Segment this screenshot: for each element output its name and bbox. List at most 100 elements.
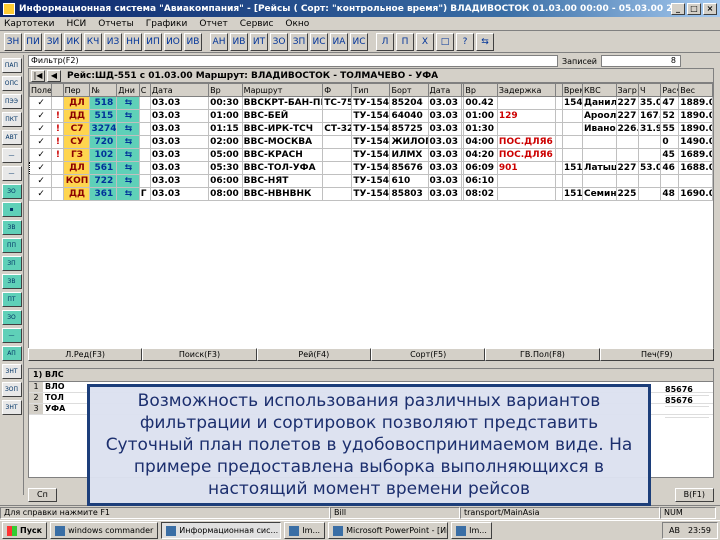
toolbar-button[interactable]: АН <box>210 32 228 51</box>
toolbar-button[interactable]: ⇆ <box>476 32 494 51</box>
table-row[interactable]: ✓ ДЛ 561 ⇆ 03.03 05:30 ВВС-ТОЛ-УФА ТУ-154 85676 0… <box>28 161 713 175</box>
row-checkbox[interactable]: ✓ <box>28 174 53 188</box>
taskbar-task[interactable]: Информационная сис... <box>161 522 282 539</box>
toolbar-button[interactable]: ИС <box>350 32 368 51</box>
table-row[interactable]: ✓ КОП 722 ⇆ 03.03 06:00 ВВС-НЯТ ТУ-154 610 03.03 0… <box>28 174 713 188</box>
toolbar-button[interactable]: ЗИ <box>44 32 62 51</box>
toolbar-button[interactable]: ИТ <box>250 32 268 51</box>
bottom-left-button[interactable]: Сп <box>28 488 57 502</box>
column-header[interactable] <box>51 83 64 97</box>
row-checkbox[interactable]: ✓ <box>28 96 53 110</box>
column-header[interactable]: С <box>138 83 151 97</box>
prev-record-button[interactable]: ◀ <box>47 69 61 82</box>
toolbar-button[interactable]: ИО <box>164 32 182 51</box>
left-toolbar-button[interactable]: АП <box>1 346 22 361</box>
toolbar-button[interactable]: П <box>396 32 414 51</box>
table-row[interactable]: ✓!СУ720⇆03.0302:00ВВС-МОСКВАТУ-154ЖИЛОП0… <box>28 135 713 149</box>
table-row[interactable]: ✓!С73274⇆03.0301:15ВВС-ИРК-ТСЧСТ-3274ТУ-… <box>28 122 713 136</box>
function-tab[interactable]: ГВ.Пол(F8) <box>485 348 600 361</box>
left-toolbar-button[interactable]: ЗО <box>1 310 22 325</box>
toolbar-button[interactable]: ПИ <box>24 32 42 51</box>
title-bar[interactable]: Информационная система "Авиакомпания" - … <box>0 0 720 17</box>
left-toolbar-button[interactable]: АВТ <box>1 130 22 145</box>
taskbar-task[interactable]: windows commander <box>50 522 159 539</box>
toolbar-button[interactable]: Х <box>416 32 434 51</box>
column-header[interactable]: Дата <box>427 83 463 97</box>
column-header[interactable]: Полет <box>28 83 53 97</box>
start-button[interactable]: Пуск <box>2 522 48 539</box>
minimize-button[interactable]: _ <box>671 2 685 15</box>
toolbar-button[interactable]: ИК <box>64 32 82 51</box>
column-header[interactable] <box>555 83 563 97</box>
column-header[interactable]: Задержка <box>496 83 557 97</box>
left-toolbar-button[interactable]: — <box>1 328 22 343</box>
column-header[interactable]: Вес <box>678 83 713 97</box>
menu-item[interactable]: Окно <box>285 19 309 29</box>
column-header[interactable]: Пер <box>62 83 91 97</box>
toolbar-button[interactable]: КЧ <box>84 32 102 51</box>
column-header[interactable]: Загр <box>615 83 639 97</box>
menu-item[interactable]: НСИ <box>66 19 86 29</box>
taskbar-task[interactable]: Im... <box>451 522 492 539</box>
left-toolbar-button[interactable]: ПКТ <box>1 112 22 127</box>
left-toolbar-button[interactable]: ПАП <box>1 58 22 73</box>
row-checkbox[interactable]: ✓ <box>28 135 53 149</box>
toolbar-button[interactable]: ИС <box>310 32 328 51</box>
left-toolbar-button[interactable]: ЗНТ <box>1 364 22 379</box>
maximize-button[interactable]: □ <box>687 2 701 15</box>
column-header[interactable]: Ф <box>322 83 353 97</box>
toolbar-button[interactable]: ИВ <box>230 32 248 51</box>
menu-item[interactable]: Отчеты <box>98 19 134 29</box>
toolbar-button[interactable]: □ <box>436 32 454 51</box>
left-toolbar-button[interactable]: ЗО <box>1 184 22 199</box>
row-checkbox[interactable]: ✓ <box>28 187 53 201</box>
left-toolbar-button[interactable]: ПП <box>1 238 22 253</box>
function-tab[interactable]: Рей(F4) <box>256 348 371 361</box>
column-header[interactable]: Маршрут <box>241 83 324 97</box>
toolbar-button[interactable]: ИП <box>144 32 162 51</box>
column-header[interactable]: Вр <box>208 83 243 97</box>
left-toolbar-button[interactable]: ЗОП <box>1 382 22 397</box>
left-toolbar-button[interactable]: ЗВ <box>1 274 22 289</box>
taskbar-task[interactable]: Microsoft PowerPoint - [Ин... <box>328 522 449 539</box>
table-row[interactable]: ✓! ГЗ 102 ⇆ 03.03 05:00 ВВС-КРАСН ТУ-154 ИЛМХ 03.… <box>28 148 713 162</box>
row-checkbox[interactable]: ✓ <box>28 109 53 123</box>
left-toolbar-button[interactable]: ОПС <box>1 76 22 91</box>
left-toolbar-button[interactable]: ЗНТ <box>1 400 22 415</box>
table-row[interactable]: ✓! ДД 515 ⇆ 03.03 01:00 ВВС-БЕЙ ТУ-154 64040 03.0… <box>28 109 713 123</box>
table-row[interactable]: ✓ ДД 361 ⇆ Г 03.03 08:00 ВВС-НВНВНК ТУ-154 85803 0… <box>28 187 713 201</box>
taskbar-task[interactable]: Im... <box>284 522 326 539</box>
column-header[interactable]: Вр <box>463 83 498 97</box>
left-toolbar-button[interactable]: ЗП <box>1 256 22 271</box>
toolbar-button[interactable]: Л <box>376 32 394 51</box>
row-checkbox[interactable]: ✓ <box>28 148 53 162</box>
function-tab[interactable]: Поиск(F3) <box>142 348 257 361</box>
column-header[interactable]: Дни <box>116 83 140 97</box>
first-record-button[interactable]: |◀ <box>31 69 45 82</box>
left-toolbar-button[interactable]: ЗВ <box>1 220 22 235</box>
menu-item[interactable]: Отчет <box>199 19 227 29</box>
table-row[interactable]: ✓ ДЛ 518 ⇆ 03.03 00:30 ВВСКРТ-БАН-ПБ ТС-75 ТУ-15… <box>28 96 713 110</box>
toolbar-button[interactable]: ЗН <box>4 32 22 51</box>
row-checkbox[interactable]: ✓ <box>28 122 53 136</box>
menu-item[interactable]: Картотеки <box>4 19 54 29</box>
column-header[interactable]: Время <box>561 83 583 97</box>
column-header[interactable]: № <box>89 83 118 97</box>
toolbar-button[interactable]: ЗО <box>270 32 288 51</box>
left-toolbar-button[interactable]: ▪ <box>1 202 22 217</box>
filter-input[interactable]: Фильтр(F2) <box>28 55 558 67</box>
column-header[interactable]: Дата <box>149 83 210 97</box>
menu-item[interactable]: Сервис <box>240 19 274 29</box>
row-checkbox[interactable]: ✓ <box>28 161 53 175</box>
tray-language[interactable]: AB <box>669 523 680 538</box>
left-toolbar-button[interactable]: ПТ <box>1 292 22 307</box>
function-tab[interactable]: Печ(F9) <box>599 348 714 361</box>
toolbar-button[interactable]: ЗП <box>290 32 308 51</box>
column-header[interactable]: КВС <box>581 83 617 97</box>
column-header[interactable]: Борт <box>389 83 429 97</box>
function-tab[interactable]: Л.Ред(F3) <box>28 348 143 361</box>
toolbar-button[interactable]: ИА <box>330 32 348 51</box>
column-header[interactable]: Расч <box>660 83 680 97</box>
menu-item[interactable]: Графики <box>146 19 188 29</box>
close-button[interactable]: × <box>703 2 717 15</box>
